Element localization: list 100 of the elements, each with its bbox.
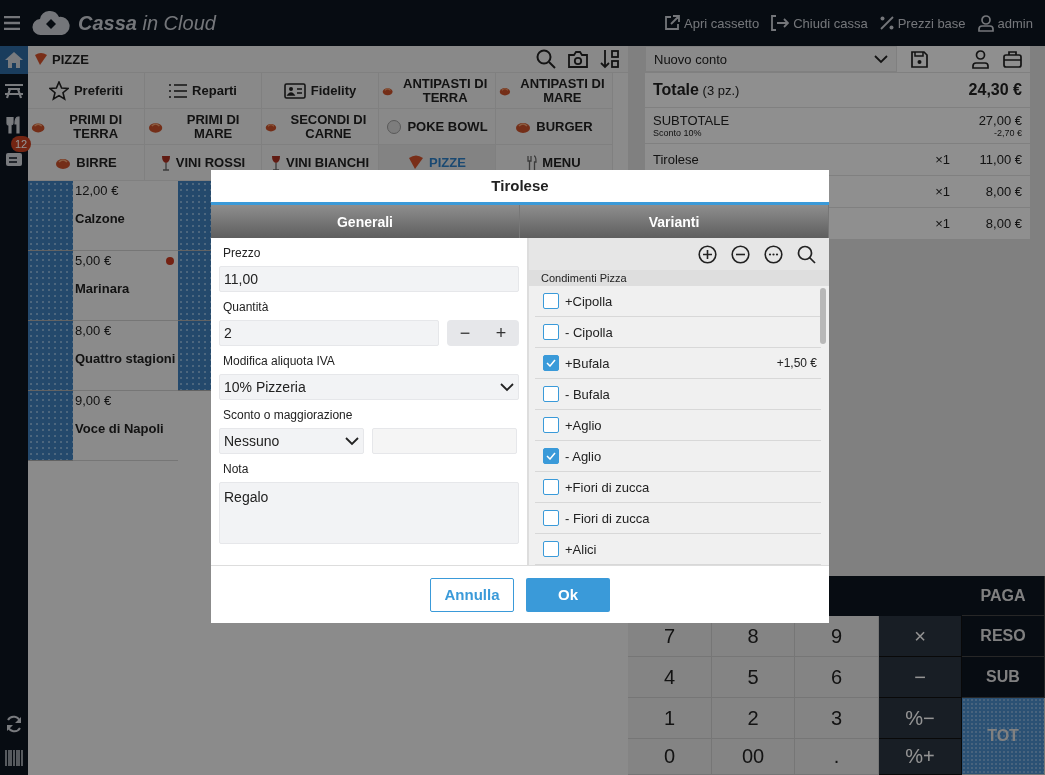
save-icon[interactable]	[911, 50, 928, 68]
keypad-key[interactable]: 2	[712, 698, 795, 739]
keypad-key[interactable]: 00	[712, 739, 795, 775]
toolbar-button[interactable]: Prezzi base	[879, 12, 966, 34]
category-tile[interactable]: ANTIPASTI DI MARE	[496, 73, 613, 109]
checkbox[interactable]	[543, 355, 559, 371]
category-tile[interactable]: PRIMI DI MARE	[145, 109, 262, 145]
category-tile[interactable]: POKE BOWL	[379, 109, 496, 145]
line-item-quantity: ×1	[935, 152, 950, 167]
briefcase-icon[interactable]	[1003, 50, 1022, 68]
checkbox[interactable]	[543, 479, 559, 495]
field-label: Modifica aliquota IVA	[223, 354, 336, 368]
user-menu-button[interactable]: admin	[977, 12, 1033, 34]
remove-circle-icon[interactable]	[731, 244, 750, 264]
image-placeholder	[28, 181, 73, 251]
discount-value-field[interactable]	[372, 428, 517, 454]
image-placeholder	[28, 391, 73, 461]
search-icon[interactable]	[536, 49, 556, 69]
line-item-price: 8,00 €	[984, 184, 1022, 199]
wine-glass-icon	[160, 154, 171, 171]
keypad-key[interactable]: 0	[628, 739, 712, 775]
total-amount: 24,30 €	[968, 81, 1022, 99]
keypad-key[interactable]: 5	[712, 657, 795, 698]
ok-button[interactable]: Ok	[526, 577, 610, 612]
keypad-key[interactable]: SUB	[962, 657, 1045, 698]
keypad-key[interactable]: 9	[795, 616, 879, 657]
cloud-logo-icon	[32, 10, 70, 36]
add-circle-icon[interactable]	[698, 244, 717, 264]
field-label: Prezzo	[223, 246, 262, 260]
line-item-name: Tirolese	[653, 152, 699, 167]
note-field[interactable]: Regalo	[219, 482, 519, 544]
variant-label: +Cipolla	[565, 293, 613, 309]
variant-label: +Aglio	[565, 417, 602, 433]
toolbar-button[interactable]: Apri cassetto	[664, 12, 760, 34]
sort-icon[interactable]	[600, 49, 620, 69]
keypad-key[interactable]: PAGA	[962, 576, 1045, 616]
line-item-price: 8,00 €	[984, 216, 1022, 231]
decrement-button[interactable]: −	[447, 320, 483, 346]
group-header: Condimenti Pizza	[529, 270, 829, 286]
user-icon	[977, 14, 994, 32]
checkbox[interactable]	[543, 448, 559, 464]
menu-icon[interactable]	[4, 16, 20, 30]
category-tile[interactable]: PRIMI DI TERRA	[28, 109, 145, 145]
user-icon[interactable]	[972, 49, 989, 69]
category-tile[interactable]: BURGER	[496, 109, 613, 145]
search-icon[interactable]	[797, 244, 816, 264]
category-tile[interactable]: SECONDI DI CARNE	[262, 109, 379, 145]
bowl-icon	[386, 119, 403, 134]
keypad-key[interactable]: 3	[795, 698, 879, 739]
vat-select[interactable]: 10% Pizzeria	[219, 374, 519, 400]
checkbox[interactable]	[543, 417, 559, 433]
quantity-field[interactable]: 2	[219, 320, 439, 346]
sidebar-home-button[interactable]	[0, 46, 28, 74]
keypad-key[interactable]: %−	[879, 698, 962, 739]
check-icon	[546, 452, 556, 460]
keypad-key[interactable]: 6	[795, 657, 879, 698]
barcode-icon[interactable]	[5, 750, 23, 766]
field-label: Quantità	[223, 300, 270, 314]
receipt-icon	[5, 151, 23, 167]
checkbox[interactable]	[543, 541, 559, 557]
camera-icon[interactable]	[568, 50, 588, 68]
checkbox[interactable]	[543, 386, 559, 402]
subtotal-label: SUBTOTALE	[653, 113, 730, 128]
chevron-down-icon	[874, 54, 888, 64]
keypad-key[interactable]: ×	[879, 616, 962, 657]
sync-icon[interactable]	[5, 715, 23, 733]
keypad-key[interactable]: RESO	[962, 616, 1045, 657]
toolbar-button[interactable]: Chiudi cassa	[771, 12, 868, 34]
scrollbar[interactable]	[820, 288, 826, 344]
more-icon[interactable]	[764, 244, 783, 264]
keypad-key[interactable]: −	[879, 657, 962, 698]
keypad-key[interactable]: 1	[628, 698, 712, 739]
keypad-key[interactable]: %+	[879, 739, 962, 775]
category-tile[interactable]: Fidelity	[262, 73, 379, 109]
variant-label: +Alici	[565, 541, 597, 557]
list-icon	[169, 83, 188, 98]
increment-button[interactable]: +	[483, 320, 519, 346]
exit-icon	[771, 15, 790, 31]
price-field[interactable]: 11,00	[219, 266, 519, 292]
wine-glass-icon	[270, 154, 281, 171]
variant-label: +Fiori di zucca	[565, 479, 650, 495]
cancel-button[interactable]: Annulla	[430, 577, 514, 612]
line-item-quantity: ×1	[935, 216, 950, 231]
external-link-icon	[664, 15, 681, 31]
category-tile[interactable]: ANTIPASTI DI TERRA	[379, 73, 496, 109]
percent-icon	[879, 16, 894, 30]
account-select[interactable]: Nuovo conto	[645, 46, 897, 72]
category-tile[interactable]: BIRRE	[28, 145, 145, 181]
cutlery-icon	[6, 116, 22, 134]
cutlery-icon	[527, 154, 538, 171]
star-icon	[48, 80, 69, 101]
checkbox[interactable]	[543, 510, 559, 526]
checkbox[interactable]	[543, 293, 559, 309]
keypad-key[interactable]: 4	[628, 657, 712, 698]
category-tile[interactable]: Preferiti	[28, 73, 145, 109]
line-item-price: 11,00 €	[978, 152, 1022, 167]
keypad-key[interactable]: .	[795, 739, 879, 775]
discount-type-select[interactable]: Nessuno	[219, 428, 364, 454]
checkbox[interactable]	[543, 324, 559, 340]
category-tile[interactable]: Reparti	[145, 73, 262, 109]
